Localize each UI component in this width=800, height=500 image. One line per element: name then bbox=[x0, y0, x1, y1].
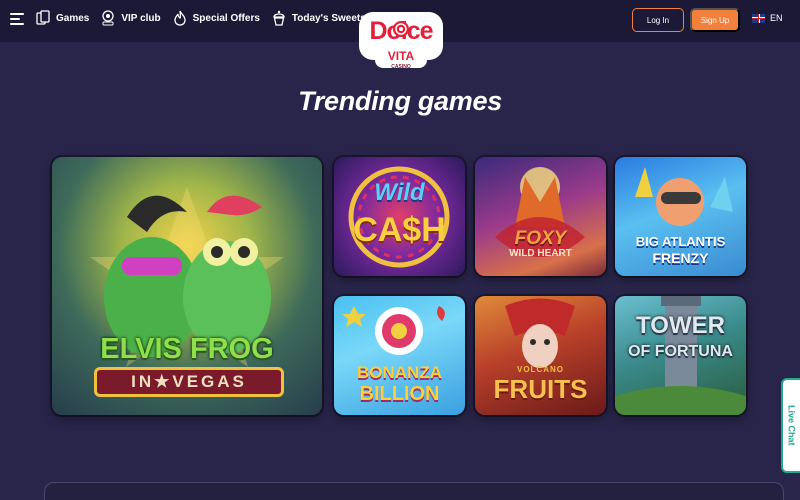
main-nav: Games VIP club Special Offers Today's Sw… bbox=[36, 10, 366, 26]
game-title-line1: ELVIS FROG bbox=[100, 333, 274, 365]
game-tile-volcano-fruits[interactable]: VOLCANO FRUITS bbox=[475, 296, 606, 415]
game-subtitle-plaque: IN★VEGAS bbox=[94, 367, 284, 397]
language-selector[interactable]: EN bbox=[752, 13, 783, 23]
nav-vip-club[interactable]: VIP club bbox=[101, 10, 161, 26]
nav-vip-club-label: VIP club bbox=[121, 12, 161, 24]
language-code: EN bbox=[770, 13, 783, 23]
section-title: Trending games bbox=[298, 86, 502, 116]
game-title-line1: FOXY bbox=[514, 228, 567, 249]
cards-icon bbox=[36, 10, 50, 25]
game-title-line2: OF FORTUNA bbox=[628, 343, 733, 360]
game-title-line1: BIG ATLANTIS bbox=[635, 234, 726, 249]
cupcake-icon bbox=[273, 10, 285, 26]
game-tile-big-atlantis-frenzy[interactable]: BIG ATLANTIS FRENZY bbox=[615, 157, 746, 276]
next-section-container bbox=[44, 482, 784, 500]
live-chat-button[interactable]: Live Chat bbox=[781, 378, 800, 473]
game-title-line1: TOWER bbox=[636, 312, 725, 339]
login-button[interactable]: Log In bbox=[632, 8, 684, 32]
game-title-line2: BILLION bbox=[359, 383, 440, 405]
uk-flag-icon bbox=[752, 13, 765, 23]
game-title-line1: Wild bbox=[374, 179, 425, 206]
game-title-line2: WILD HEART bbox=[509, 248, 572, 259]
nav-special-offers[interactable]: Special Offers bbox=[173, 10, 260, 26]
vip-badge-icon bbox=[102, 10, 115, 26]
nav-todays-sweets[interactable]: Today's Sweets bbox=[272, 10, 366, 26]
game-title-line2: FRENZY bbox=[652, 250, 709, 266]
nav-games-label: Games bbox=[56, 12, 90, 24]
game-title-line1: BONANZA bbox=[357, 363, 442, 382]
game-title-line1: VOLCANO bbox=[517, 365, 564, 374]
signup-button[interactable]: Sign Up bbox=[690, 8, 740, 32]
live-chat-label: Live Chat bbox=[786, 405, 797, 446]
game-title-line2: FRUITS bbox=[493, 374, 588, 404]
game-title-line2: IN★VEGAS bbox=[131, 372, 247, 391]
game-tile-bonanza-billion[interactable]: BONANZA BILLION bbox=[334, 296, 465, 415]
game-tile-wild-cash[interactable]: Wild CA$H bbox=[334, 157, 465, 276]
game-tile-elvis-frog[interactable]: ELVIS FROG IN★VEGAS bbox=[52, 157, 322, 415]
game-tile-foxy-wild-heart[interactable]: FOXY WILD HEART bbox=[475, 157, 606, 276]
svg-text:CASINO: CASINO bbox=[391, 64, 411, 70]
dolce-vita-casino-logo[interactable]: Dolce VITA CASINO bbox=[355, 4, 447, 74]
top-header: Games VIP club Special Offers Today's Sw… bbox=[0, 0, 800, 70]
nav-games[interactable]: Games bbox=[36, 10, 89, 26]
svg-text:VITA: VITA bbox=[388, 49, 415, 63]
nav-special-offers-label: Special Offers bbox=[192, 12, 260, 24]
flame-icon bbox=[173, 10, 186, 26]
hamburger-menu-icon[interactable] bbox=[10, 13, 24, 25]
game-title-line2: CA$H bbox=[353, 211, 446, 249]
game-tile-tower-of-fortuna[interactable]: TOWER OF FORTUNA bbox=[615, 296, 746, 415]
